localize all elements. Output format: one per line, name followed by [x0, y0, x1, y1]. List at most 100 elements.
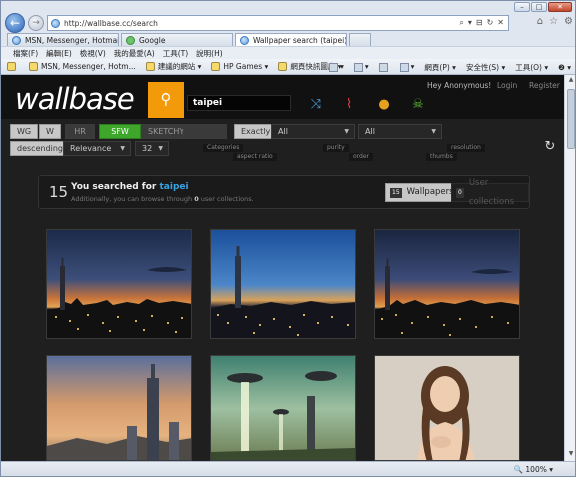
- home-command[interactable]: ▾: [329, 62, 344, 72]
- address-url[interactable]: http://wallbase.cc/search: [64, 19, 158, 28]
- tip-resolution: resolution: [447, 144, 485, 152]
- sort-select[interactable]: Relevance ▼: [63, 141, 131, 156]
- menu-view[interactable]: 檢視(V): [80, 48, 106, 59]
- wallpaper-thumbnail[interactable]: [210, 229, 356, 339]
- compat-view-icon[interactable]: ⊟: [476, 18, 483, 28]
- page-menu[interactable]: 網頁(P) ▾: [424, 62, 456, 73]
- print-command[interactable]: ▾: [399, 62, 414, 72]
- register-link[interactable]: Register: [529, 81, 560, 90]
- tab-google[interactable]: Google: [121, 33, 233, 46]
- wallpapers-count-badge: 15: [390, 187, 402, 198]
- hp-games-icon: [211, 62, 221, 71]
- fav-label: 建議的網站 ▾: [157, 62, 202, 71]
- tab-wallpaper-search[interactable]: Wallpaper search (taipei) ...×: [235, 33, 347, 46]
- search-input[interactable]: taipei: [187, 95, 291, 111]
- ie-icon: [240, 35, 249, 45]
- vertical-scrollbar[interactable]: ▲ ▼: [564, 75, 575, 461]
- menu-file[interactable]: 檔案(F): [13, 48, 38, 59]
- search-term: taipei: [159, 182, 189, 192]
- chevron-down-icon: ▼: [344, 128, 349, 135]
- site-header: wallbase ⚲ taipei ⤨ ⌇ ● ☠ Hey Anonymous!…: [1, 75, 564, 119]
- wallpaper-thumbnail[interactable]: [374, 229, 520, 339]
- forward-arrow-icon: →: [32, 18, 40, 28]
- wallbase-logo[interactable]: wallbase: [15, 82, 135, 116]
- menu-favorites[interactable]: 我的最愛(A): [114, 48, 155, 59]
- filter-nsfw[interactable]: [183, 124, 227, 139]
- address-bar[interactable]: http://wallbase.cc/search ⌕ ▾ ⊟ ↻ ✕: [47, 15, 509, 31]
- filter-sfw[interactable]: SFW: [99, 124, 141, 139]
- toplist-pulse-icon[interactable]: ⌇: [339, 97, 359, 113]
- stop-icon[interactable]: ✕: [497, 18, 504, 28]
- new-tab-button[interactable]: [349, 33, 371, 46]
- wallpaper-thumbnail[interactable]: [46, 229, 192, 339]
- favorites-star-button[interactable]: [7, 62, 19, 71]
- wallbase-page: wallbase ⚲ taipei ⤨ ⌇ ● ☠ Hey Anonymous!…: [1, 75, 564, 461]
- print-icon: [399, 62, 409, 72]
- tip-order: order: [349, 153, 373, 161]
- chevron-down-icon: ▼: [431, 128, 436, 135]
- back-button[interactable]: ←: [5, 13, 25, 33]
- filter-hr[interactable]: HR: [65, 124, 95, 139]
- categories-select[interactable]: All ▼: [271, 124, 355, 139]
- fav-item-msn[interactable]: MSN, Messenger, Hotm...: [29, 62, 136, 71]
- dropdown-arrow-icon[interactable]: ▾: [468, 18, 472, 28]
- per-page-select[interactable]: 32 ▼: [135, 141, 169, 156]
- fav-item-hp-games[interactable]: HP Games ▾: [211, 62, 268, 71]
- fav-item-suggested-sites[interactable]: 建議的網站 ▾: [145, 61, 202, 72]
- skull-icon[interactable]: ☠: [408, 97, 428, 113]
- tab-bar: MSN, Messenger, Hotmail - ... Google Wal…: [1, 33, 575, 46]
- tip-categories: Categories: [203, 144, 244, 152]
- wallpaper-thumbnail[interactable]: [374, 355, 520, 461]
- tools-menu[interactable]: 工具(O) ▾: [515, 62, 548, 73]
- user-collections-tab-button[interactable]: 0 User collections: [451, 178, 529, 207]
- feeds-command[interactable]: ▾: [353, 62, 369, 72]
- random-shuffle-icon[interactable]: ⤨: [306, 97, 326, 113]
- filter-sketchy[interactable]: SKETCHY: [141, 124, 184, 139]
- scrollbar-thumb[interactable]: [567, 89, 575, 149]
- purity-select[interactable]: All ▼: [358, 124, 442, 139]
- home-icon: [329, 62, 339, 72]
- tab-label: Google: [139, 35, 166, 45]
- results-info-bar: 15 You searched for taipei Additionally,…: [38, 175, 530, 209]
- command-bar: ▾ ▾ ▾ 網頁(P) ▾ 安全性(S) ▾ 工具(O) ▾ ❷ ▾: [329, 59, 571, 75]
- web-slice-icon: [278, 62, 288, 71]
- zoom-level[interactable]: 🔍 100% ▾: [514, 465, 553, 474]
- chevron-down-icon: ▼: [158, 145, 163, 152]
- scroll-down-icon[interactable]: ▼: [566, 450, 575, 460]
- wallpaper-thumbnail[interactable]: [210, 355, 356, 461]
- menu-help[interactable]: 說明(H): [196, 48, 223, 59]
- tools-gear-icon[interactable]: ⚙: [564, 16, 573, 27]
- wallpapers-tab-button[interactable]: 15 Wallpapers: [385, 183, 461, 202]
- tip-purity: purity: [323, 144, 349, 152]
- refresh-icon[interactable]: ↻: [543, 140, 557, 155]
- chevron-down-icon: ▼: [120, 145, 125, 152]
- status-bar: 🔍 100% ▾: [1, 461, 575, 476]
- collections-note: Additionally, you can browse through 0 u…: [71, 195, 254, 203]
- forward-button[interactable]: →: [28, 15, 44, 31]
- search-icon[interactable]: ⚲: [148, 82, 184, 118]
- mail-command[interactable]: [378, 62, 390, 72]
- ie-icon: [51, 18, 60, 28]
- scroll-up-icon[interactable]: ▲: [566, 76, 575, 86]
- menu-tools[interactable]: 工具(T): [163, 48, 188, 59]
- filter-w[interactable]: W: [39, 124, 61, 139]
- login-link[interactable]: Login: [497, 81, 517, 90]
- search-icon[interactable]: ⌕: [459, 18, 463, 28]
- taipei-101-dusk-image: [211, 230, 355, 338]
- nav-right-icons: ⌂ ☆ ⚙: [537, 16, 573, 27]
- taipei-skyline-sunset-image: [47, 230, 191, 338]
- order-select[interactable]: descending: [10, 141, 71, 156]
- rss-icon: [353, 62, 363, 72]
- tab-msn[interactable]: MSN, Messenger, Hotmail - ...: [7, 33, 119, 46]
- refresh-icon[interactable]: ↻: [487, 18, 494, 28]
- forum-chat-icon[interactable]: ●: [374, 97, 394, 113]
- safety-menu[interactable]: 安全性(S) ▾: [466, 62, 505, 73]
- menu-edit[interactable]: 編輯(E): [46, 48, 72, 59]
- result-count: 15: [49, 183, 69, 201]
- wallpaper-thumbnail[interactable]: [46, 355, 192, 461]
- help-icon[interactable]: ❷ ▾: [558, 63, 571, 72]
- filter-wg[interactable]: WG: [10, 124, 39, 139]
- home-icon[interactable]: ⌂: [537, 16, 543, 27]
- favorites-star-icon[interactable]: ☆: [549, 16, 558, 27]
- portrait-woman-image: [375, 356, 519, 460]
